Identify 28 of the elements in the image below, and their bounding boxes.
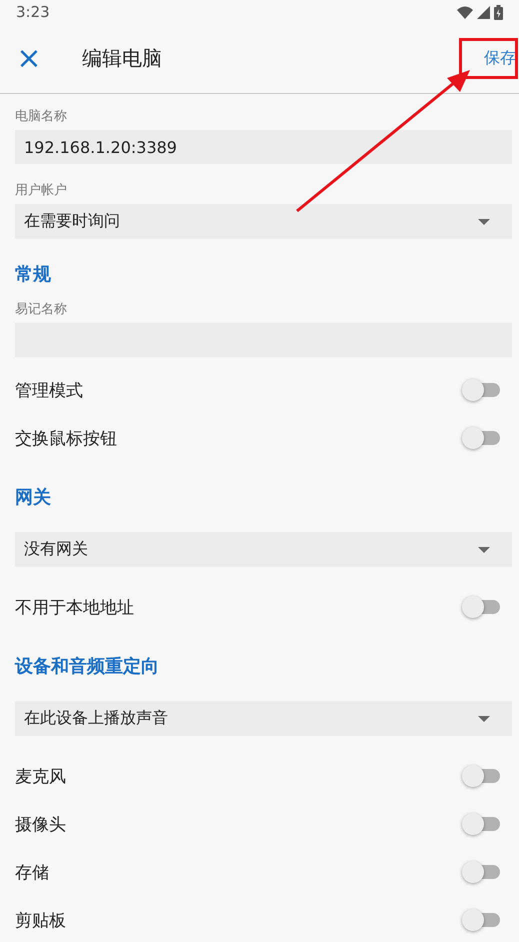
text-field[interactable]: 192.168.1.20:3389: [15, 130, 512, 164]
setting-label: 摄像头: [15, 814, 66, 836]
setting-label: 交换鼠标按钮: [15, 428, 117, 450]
setting-label: 管理模式: [15, 380, 83, 402]
field-label: 用户帐户: [15, 182, 68, 200]
signal-icon: [477, 6, 490, 18]
status-time: 3:23: [16, 3, 50, 21]
section-header: 常规: [15, 263, 52, 287]
setting-label: 存储: [15, 862, 49, 884]
dropdown-arrow-icon: [478, 716, 490, 722]
setting-label: 不用于本地地址: [15, 596, 134, 618]
highlight-frame: [459, 38, 518, 79]
field-label: 电脑名称: [15, 108, 68, 126]
setting-label: 剪贴板: [15, 910, 66, 932]
dropdown[interactable]: 在此设备上播放声音: [15, 701, 512, 736]
close-button[interactable]: ×: [0, 38, 58, 78]
section-header: 网关: [15, 486, 52, 510]
save-button[interactable]: 保存: [484, 48, 519, 69]
section-header: 设备和音频重定向: [15, 655, 160, 679]
dropdown[interactable]: 在需要时询问: [15, 204, 512, 239]
field-label: 易记名称: [15, 301, 68, 319]
dropdown-arrow-icon: [478, 218, 490, 224]
dropdown-arrow-icon: [478, 546, 490, 552]
window-title: 编辑电脑: [82, 45, 163, 72]
setting-label: 麦克风: [15, 766, 66, 788]
battery-icon: [494, 4, 503, 20]
dropdown[interactable]: 没有网关: [15, 532, 512, 567]
wifi-icon: [457, 6, 473, 18]
